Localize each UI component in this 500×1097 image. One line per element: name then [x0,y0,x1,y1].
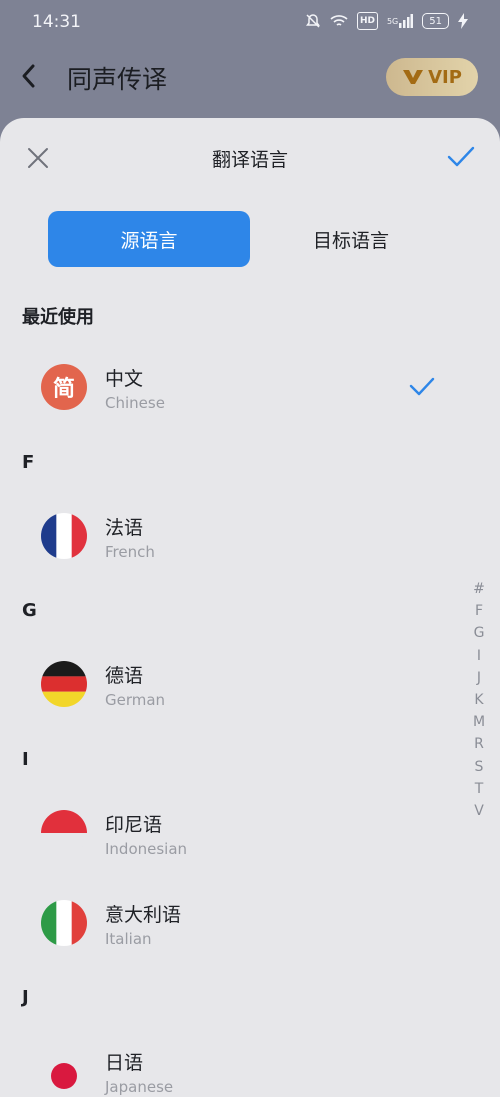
charging-icon [458,12,468,30]
italy-flag-icon [41,900,87,946]
status-icons: HD 5G 51 [305,12,468,30]
battery-icon: 51 [422,13,449,29]
battery-level: 51 [429,15,442,27]
list-item-indonesian[interactable]: 印尼语 Indonesian [0,793,460,873]
language-name: 日语 [105,1052,144,1074]
chinese-badge-label: 简 [52,377,75,402]
language-subtitle: Japanese [105,1078,174,1096]
sheet-title: 翻译语言 [211,149,288,171]
confirm-button[interactable] [446,143,476,171]
tab-target-language[interactable]: 目标语言 [250,211,452,267]
signal-icon: 5G [386,12,414,30]
language-subtitle: German [105,691,166,709]
index-letter[interactable]: I [477,645,481,667]
selected-check-icon [409,377,435,396]
vip-badge[interactable]: VIP [386,58,478,96]
index-letter[interactable]: G [474,622,485,644]
index-letter[interactable]: R [474,733,484,755]
indonesia-flag-icon [41,810,87,856]
vip-label: VIP [428,66,462,88]
language-name: 法语 [105,517,144,539]
app-header: 同声传译 VIP [0,50,500,110]
section-title-g: G [22,600,37,621]
network-type: 5G [386,16,399,26]
alphabet-index[interactable]: # F G I J K M R S T V [472,578,486,822]
japan-flag-icon [41,1048,87,1094]
language-subtitle: Indonesian [105,840,188,858]
list-item-japanese[interactable]: 日语 Japanese [0,1031,460,1097]
tab-source-language[interactable]: 源语言 [48,211,250,267]
list-item-chinese[interactable]: 简 中文 Chinese [0,346,460,426]
list-item-french[interactable]: 法语 French [0,496,460,576]
language-subtitle: Italian [105,930,152,948]
status-time: 14:31 [32,12,81,32]
index-letter[interactable]: V [474,800,484,822]
index-letter[interactable]: J [477,667,481,689]
index-letter[interactable]: # [473,578,485,600]
section-title-recent: 最近使用 [22,307,94,328]
section-title-j: J [22,987,29,1008]
germany-flag-icon [41,661,87,707]
index-letter[interactable]: K [474,689,483,711]
language-subtitle: French [105,543,155,561]
language-sheet: 翻译语言 源语言 目标语言 最近使用 简 中文 Chinese F 法语 Fre… [0,118,500,1097]
section-title-i: I [22,749,29,770]
france-flag-icon [41,513,87,559]
vip-v-icon [403,70,424,84]
list-item-german[interactable]: 德语 German [0,644,460,724]
chinese-badge-icon: 简 [41,364,87,410]
index-letter[interactable]: T [475,778,484,800]
language-name: 德语 [105,665,144,687]
back-button[interactable] [16,60,44,92]
wifi-icon [330,12,348,30]
language-subtitle: Chinese [105,394,165,412]
list-item-italian[interactable]: 意大利语 Italian [0,883,460,963]
status-bar: 14:31 HD 5G 51 [0,0,500,46]
language-name: 印尼语 [105,814,163,836]
hd-icon: HD [356,12,378,30]
section-title-f: F [22,452,35,473]
index-letter[interactable]: S [475,756,484,778]
page-title: 同声传译 [67,65,168,94]
language-name: 意大利语 [105,904,182,926]
index-letter[interactable]: F [475,600,483,622]
index-letter[interactable]: M [473,711,485,733]
language-name: 中文 [105,368,144,390]
back-arrow-icon [22,64,35,88]
mute-icon [305,12,321,30]
check-icon [447,146,475,167]
